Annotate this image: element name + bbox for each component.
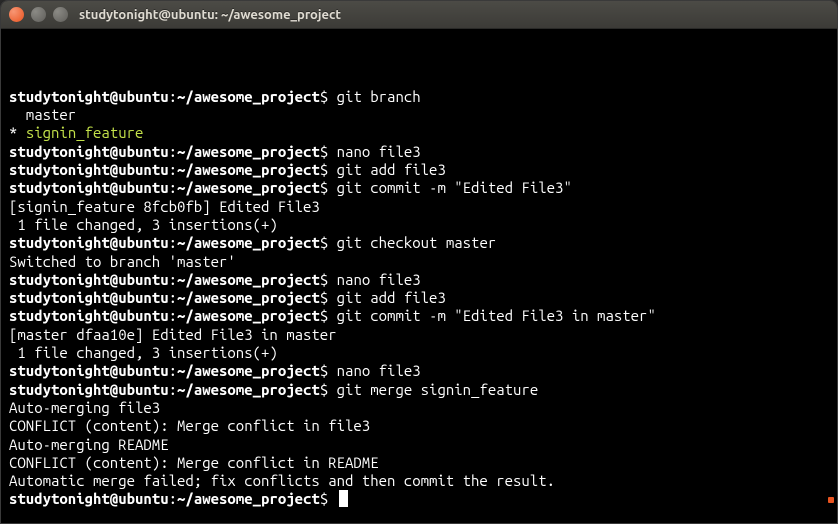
prompt-sep: : <box>169 143 177 160</box>
prompt-user: studytonight@ubuntu <box>9 161 169 178</box>
prompt-symbol: $ <box>320 307 337 324</box>
titlebar[interactable]: studytonight@ubuntu: ~/awesome_project <box>1 1 837 29</box>
prompt-path: ~/awesome_project <box>177 271 320 288</box>
terminal-command-line: studytonight@ubuntu:~/awesome_project$ g… <box>9 88 829 106</box>
terminal-window: studytonight@ubuntu: ~/awesome_project s… <box>0 0 838 524</box>
prompt-symbol: $ <box>320 362 337 379</box>
output-text: [signin_feature 8fcb0fb] Edited File3 <box>9 198 320 215</box>
terminal-command-line: studytonight@ubuntu:~/awesome_project$ n… <box>9 362 829 380</box>
command-text: git add file3 <box>337 289 446 306</box>
prompt-path: ~/awesome_project <box>177 88 320 105</box>
prompt-symbol: $ <box>320 143 337 160</box>
output-text: Automatic merge failed; fix conflicts an… <box>9 472 555 489</box>
prompt-symbol: $ <box>320 289 337 306</box>
command-text: git branch <box>337 88 421 105</box>
prompt-user: studytonight@ubuntu <box>9 88 169 105</box>
prompt-user: studytonight@ubuntu <box>9 143 169 160</box>
prompt-path: ~/awesome_project <box>177 307 320 324</box>
terminal-command-line: studytonight@ubuntu:~/awesome_project$ g… <box>9 161 829 179</box>
terminal-command-line: studytonight@ubuntu:~/awesome_project$ n… <box>9 143 829 161</box>
prompt-symbol: $ <box>320 381 337 398</box>
terminal-output-line: master <box>9 106 829 124</box>
output-text: Auto-merging file3 <box>9 399 160 416</box>
command-text: git merge signin_feature <box>337 381 539 398</box>
current-branch-name: signin_feature <box>26 124 144 141</box>
terminal-command-line: studytonight@ubuntu:~/awesome_project$ g… <box>9 179 829 197</box>
output-text: Switched to branch 'master' <box>9 253 236 270</box>
prompt-sep: : <box>169 362 177 379</box>
terminal-output-line: Automatic merge failed; fix conflicts an… <box>9 472 829 490</box>
git-current-branch-line: * signin_feature <box>9 124 829 142</box>
prompt-symbol: $ <box>320 234 337 251</box>
prompt-path: ~/awesome_project <box>177 143 320 160</box>
terminal-command-line: studytonight@ubuntu:~/awesome_project$ n… <box>9 271 829 289</box>
output-text: master <box>9 106 76 123</box>
terminal-command-line: studytonight@ubuntu:~/awesome_project$ g… <box>9 289 829 307</box>
prompt-sep: : <box>169 307 177 324</box>
prompt-sep: : <box>169 88 177 105</box>
terminal-output-line: CONFLICT (content): Merge conflict in fi… <box>9 417 829 435</box>
output-text: CONFLICT (content): Merge conflict in fi… <box>9 417 370 434</box>
terminal-output-line: Switched to branch 'master' <box>9 253 829 271</box>
prompt-user: studytonight@ubuntu <box>9 307 169 324</box>
terminal-output-line: 1 file changed, 3 insertions(+) <box>9 216 829 234</box>
terminal-output-line: CONFLICT (content): Merge conflict in RE… <box>9 454 829 472</box>
terminal-output-line: [master dfaa10e] Edited File3 in master <box>9 326 829 344</box>
prompt-path: ~/awesome_project <box>177 289 320 306</box>
terminal-command-line: studytonight@ubuntu:~/awesome_project$ g… <box>9 381 829 399</box>
prompt-sep: : <box>169 271 177 288</box>
terminal-output-line: 1 file changed, 3 insertions(+) <box>9 344 829 362</box>
prompt-user: studytonight@ubuntu <box>9 271 169 288</box>
output-text: Auto-merging README <box>9 436 169 453</box>
prompt-user: studytonight@ubuntu <box>9 381 169 398</box>
prompt-sep: : <box>169 179 177 196</box>
prompt-path: ~/awesome_project <box>177 362 320 379</box>
prompt-user: studytonight@ubuntu <box>9 362 169 379</box>
terminal-output-line: [signin_feature 8fcb0fb] Edited File3 <box>9 198 829 216</box>
prompt-user: studytonight@ubuntu <box>9 289 169 306</box>
window-title: studytonight@ubuntu: ~/awesome_project <box>79 8 341 22</box>
command-text: nano file3 <box>337 362 421 379</box>
command-text: git commit -m "Edited File3" <box>337 179 572 196</box>
close-icon[interactable] <box>9 7 24 22</box>
terminal-command-line: studytonight@ubuntu:~/awesome_project$ g… <box>9 307 829 325</box>
command-text: git checkout master <box>337 234 497 251</box>
prompt-user: studytonight@ubuntu <box>9 179 169 196</box>
terminal-output-line: Auto-merging README <box>9 436 829 454</box>
prompt-sep: : <box>169 490 177 507</box>
terminal-body[interactable]: studytonight@ubuntu:~/awesome_project$ g… <box>1 29 837 523</box>
prompt-sep: : <box>169 289 177 306</box>
command-text: nano file3 <box>337 143 421 160</box>
command-text: nano file3 <box>337 271 421 288</box>
scrollbar-thumb[interactable] <box>828 497 834 503</box>
prompt-sep: : <box>169 161 177 178</box>
terminal-output-line: Auto-merging file3 <box>9 399 829 417</box>
terminal-command-line: studytonight@ubuntu:~/awesome_project$ <box>9 490 829 508</box>
output-text: 1 file changed, 3 insertions(+) <box>9 344 278 361</box>
branch-marker: * <box>9 124 26 141</box>
prompt-user: studytonight@ubuntu <box>9 490 169 507</box>
prompt-path: ~/awesome_project <box>177 381 320 398</box>
command-text: git commit -m "Edited File3 in master" <box>337 307 656 324</box>
prompt-symbol: $ <box>320 88 337 105</box>
cursor-icon <box>339 490 348 507</box>
prompt-symbol: $ <box>320 490 337 507</box>
prompt-symbol: $ <box>320 179 337 196</box>
output-text: CONFLICT (content): Merge conflict in RE… <box>9 454 379 471</box>
prompt-sep: : <box>169 234 177 251</box>
maximize-icon[interactable] <box>53 7 68 22</box>
prompt-path: ~/awesome_project <box>177 490 320 507</box>
prompt-symbol: $ <box>320 271 337 288</box>
prompt-user: studytonight@ubuntu <box>9 234 169 251</box>
minimize-icon[interactable] <box>31 7 46 22</box>
prompt-symbol: $ <box>320 161 337 178</box>
prompt-path: ~/awesome_project <box>177 179 320 196</box>
prompt-path: ~/awesome_project <box>177 234 320 251</box>
output-text: 1 file changed, 3 insertions(+) <box>9 216 278 233</box>
command-text: git add file3 <box>337 161 446 178</box>
prompt-path: ~/awesome_project <box>177 161 320 178</box>
output-text: [master dfaa10e] Edited File3 in master <box>9 326 337 343</box>
terminal-command-line: studytonight@ubuntu:~/awesome_project$ g… <box>9 234 829 252</box>
prompt-sep: : <box>169 381 177 398</box>
